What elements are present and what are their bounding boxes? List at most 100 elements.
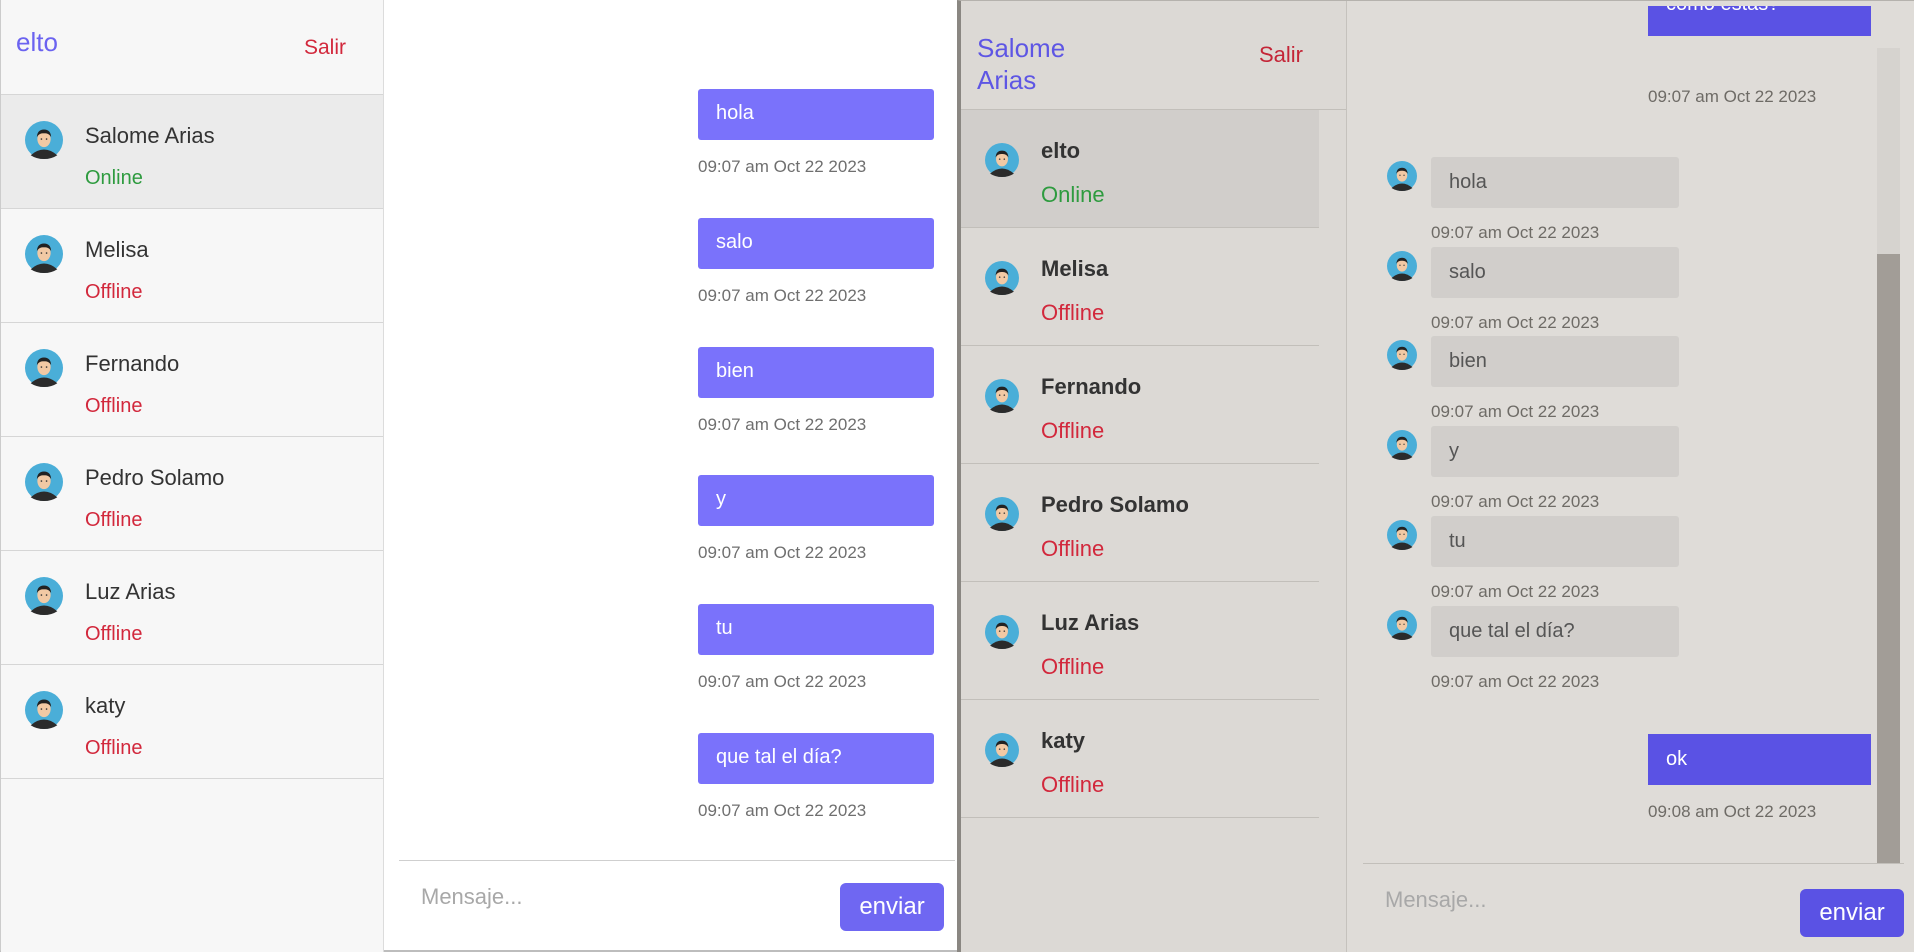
contact-status: Offline: [1041, 300, 1105, 325]
sidebar-header: Salome Arias Salir: [961, 1, 1346, 110]
outgoing-message: tu 09:07 am Oct 22 2023: [698, 604, 934, 692]
message-bubble: y: [1431, 426, 1679, 477]
message-timestamp: 09:07 am Oct 22 2023: [698, 801, 867, 820]
message-input[interactable]: [1385, 887, 1765, 913]
outgoing-message: como estas?: [1648, 0, 1871, 36]
outgoing-message: ok 09:08 am Oct 22 2023: [1648, 734, 1871, 822]
contact-item[interactable]: Melisa Offline: [961, 228, 1319, 346]
logout-button[interactable]: Salir: [1259, 42, 1303, 68]
message-timestamp: 09:07 am Oct 22 2023: [1431, 223, 1600, 242]
contact-status: Offline: [85, 737, 143, 759]
avatar-icon: [25, 691, 63, 729]
send-button[interactable]: enviar: [840, 883, 944, 931]
chat-scrollbar[interactable]: [1877, 48, 1900, 863]
avatar-icon: [25, 577, 63, 615]
contact-item[interactable]: Luz Arias Offline: [961, 582, 1319, 700]
message-timestamp: 09:07 am Oct 22 2023: [698, 543, 867, 562]
message-timestamp: 09:07 am Oct 22 2023: [1648, 87, 1817, 106]
contact-item[interactable]: Pedro Solamo Offline: [1, 437, 383, 551]
contact-item[interactable]: katy Offline: [961, 700, 1319, 818]
message-timestamp: 09:07 am Oct 22 2023: [1431, 582, 1600, 601]
contact-item[interactable]: katy Offline: [1, 665, 383, 779]
contact-name: Melisa: [85, 237, 149, 262]
contact-status: Offline: [1041, 772, 1105, 797]
contact-status: Offline: [85, 509, 143, 531]
contact-name: Pedro Solamo: [85, 465, 225, 490]
avatar-icon: [985, 143, 1019, 177]
avatar-icon: [985, 497, 1019, 531]
outgoing-message: y 09:07 am Oct 22 2023: [698, 475, 934, 563]
contacts-sidebar: elto Salir Salome Arias Online Melisa Of…: [1, 0, 384, 952]
message-input[interactable]: [421, 884, 821, 910]
contact-name: Salome Arias: [85, 123, 215, 148]
send-button[interactable]: enviar: [1800, 889, 1904, 937]
contact-status: Online: [1041, 182, 1105, 207]
message-timestamp: 09:07 am Oct 22 2023: [1431, 402, 1600, 421]
contact-item[interactable]: Melisa Offline: [1, 209, 383, 323]
message-timestamp: 09:07 am Oct 22 2023: [698, 672, 867, 691]
message-timestamp: 09:07 am Oct 22 2023: [698, 286, 867, 305]
composer-divider: [1363, 863, 1904, 864]
message-bubble: tu: [698, 604, 934, 655]
contact-item[interactable]: Fernando Offline: [1, 323, 383, 437]
avatar-icon: [985, 261, 1019, 295]
current-user-title: elto: [16, 27, 58, 57]
contact-status: Offline: [85, 623, 143, 645]
avatar-icon: [1387, 161, 1417, 191]
message-bubble: ok: [1648, 734, 1871, 785]
message-bubble: tu: [1431, 516, 1679, 567]
contact-item[interactable]: Salome Arias Online: [1, 95, 383, 209]
avatar-icon: [25, 349, 63, 387]
message-bubble: que tal el día?: [698, 733, 934, 784]
outgoing-message: hola 09:07 am Oct 22 2023: [698, 89, 934, 177]
avatar-icon: [985, 615, 1019, 649]
outgoing-message: salo 09:07 am Oct 22 2023: [698, 218, 934, 306]
contact-name: Fernando: [1041, 374, 1142, 399]
message-timestamp: 09:07 am Oct 22 2023: [698, 415, 867, 434]
contact-name: katy: [85, 693, 126, 718]
outgoing-message: bien 09:07 am Oct 22 2023: [698, 347, 934, 435]
message-bubble: salo: [698, 218, 934, 269]
message-bubble: hola: [698, 89, 934, 140]
contact-name: Fernando: [85, 351, 180, 376]
message-timestamp: 09:07 am Oct 22 2023: [698, 157, 867, 176]
contact-name: elto: [1041, 138, 1081, 163]
avatar-icon: [1387, 610, 1417, 640]
avatar-icon: [985, 733, 1019, 767]
contact-list: elto Online Melisa Offline Fernando Offl…: [961, 110, 1319, 818]
avatar-icon: [1387, 340, 1417, 370]
contact-name: katy: [1041, 728, 1086, 753]
chat-window-salome-arias: Salome Arias Salir elto Online Melisa Of…: [957, 0, 1914, 952]
contact-name: Melisa: [1041, 256, 1109, 281]
current-user-title: Salome Arias: [977, 33, 1066, 95]
avatar-icon: [25, 463, 63, 501]
message-bubble: que tal el día?: [1431, 606, 1679, 657]
contact-item[interactable]: Luz Arias Offline: [1, 551, 383, 665]
message-bubble: bien: [1431, 336, 1679, 387]
chat-panel: hola 09:07 am Oct 22 2023 salo 09:07 am …: [384, 0, 958, 952]
message-bubble: como estas?: [1648, 6, 1871, 36]
logout-button[interactable]: Salir: [304, 36, 346, 60]
contact-status: Offline: [85, 281, 143, 303]
contact-name: Luz Arias: [1041, 610, 1140, 635]
scrollbar-thumb[interactable]: [1877, 254, 1900, 863]
sidebar-header: elto Salir: [1, 0, 383, 95]
chat-window-elto: elto Salir Salome Arias Online Melisa Of…: [0, 0, 957, 952]
message-bubble: salo: [1431, 247, 1679, 298]
contact-item[interactable]: elto Online: [961, 110, 1319, 228]
message-bubble: hola: [1431, 157, 1679, 208]
contact-status: Online: [85, 167, 143, 189]
contact-name: Pedro Solamo: [1041, 492, 1189, 517]
contact-item[interactable]: Fernando Offline: [961, 346, 1319, 464]
contact-item[interactable]: Pedro Solamo Offline: [961, 464, 1319, 582]
message-bubble: bien: [698, 347, 934, 398]
avatar-icon: [25, 121, 63, 159]
avatar-icon: [25, 235, 63, 273]
contact-status: Offline: [1041, 536, 1105, 561]
avatar-icon: [985, 379, 1019, 413]
contact-status: Offline: [1041, 654, 1105, 679]
avatar-icon: [1387, 251, 1417, 281]
outgoing-message-time: 09:07 am Oct 22 2023: [1648, 87, 1871, 107]
composer-divider: [399, 860, 955, 861]
message-timestamp: 09:07 am Oct 22 2023: [1431, 672, 1600, 691]
